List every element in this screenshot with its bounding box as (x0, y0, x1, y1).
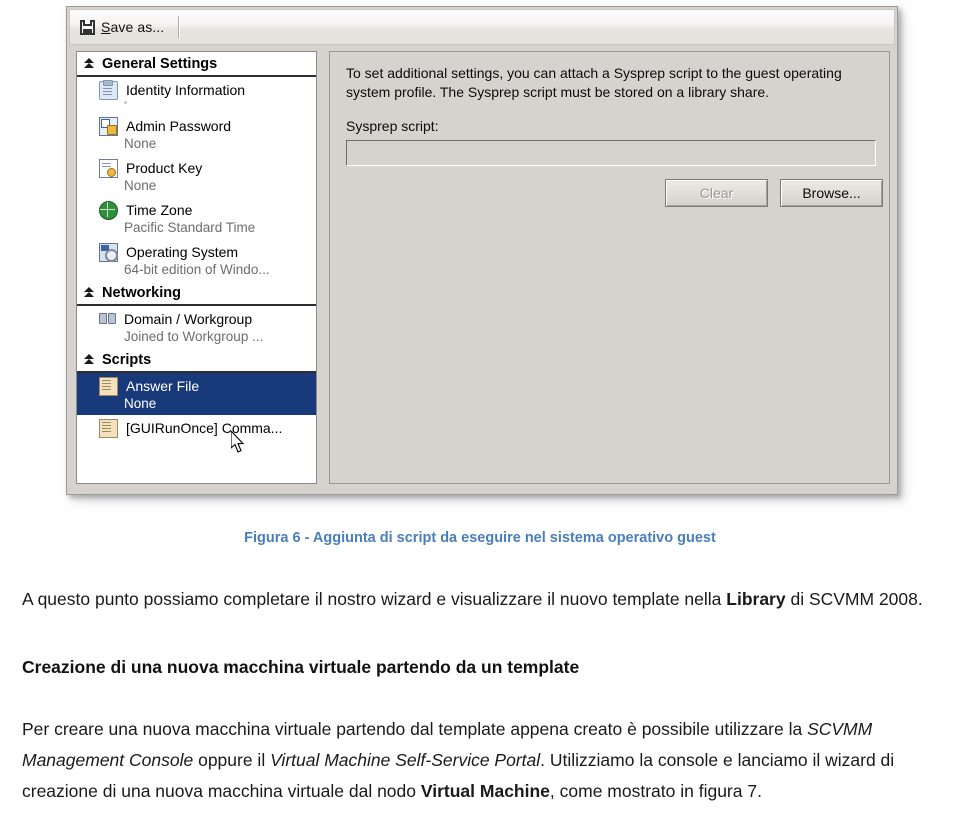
sysprep-script-label: Sysprep script: (346, 118, 439, 134)
admin-password-icon (99, 116, 118, 136)
pane-splitter[interactable] (319, 51, 327, 484)
nav-item-label: Domain / Workgroup (124, 311, 253, 327)
nav-item-answer-file[interactable]: Answer File None (77, 373, 316, 415)
save-as-rest: ave as... (110, 19, 165, 35)
nav-item-label: Time Zone (126, 202, 193, 218)
operating-system-icon (99, 242, 118, 262)
para-body-part4: , come mostrato in figura 7. (549, 780, 762, 801)
nav-item-main: Product Key (77, 158, 316, 178)
para-intro-bold-library: Library (726, 588, 786, 609)
nav-item-label: Product Key (126, 160, 203, 176)
nav-item-main: Time Zone (77, 200, 316, 220)
paragraph-intro: A questo punto possiamo completare il no… (22, 584, 938, 615)
nav-item-admin-password[interactable]: Admin Password None (77, 113, 316, 155)
para-body-part1: Per creare una nuova macchina virtuale p… (22, 718, 808, 739)
nav-item-sublabel: None (124, 136, 157, 151)
nav-item-operating-system[interactable]: Operating System 64-bit edition of Windo… (77, 239, 316, 281)
nav-item-time-zone[interactable]: Time Zone Pacific Standard Time (77, 197, 316, 239)
nav-item-sublabel: Pacific Standard Time (124, 220, 256, 235)
dialog-toolbar: Save as... (69, 9, 895, 45)
guest-os-profile-dialog: Save as... General Settings Identity Inf… (66, 6, 898, 495)
document-text-body: Figura 6 - Aggiunta di script da eseguir… (0, 516, 960, 821)
chevron-double-up-icon (83, 57, 96, 71)
nav-group-title: Scripts (102, 351, 152, 368)
chevron-double-up-icon (83, 286, 96, 300)
nav-item-main: Domain / Workgroup (77, 309, 316, 329)
para-body-part2: oppure il (193, 749, 271, 770)
nav-item-main: Operating System (77, 242, 316, 262)
nav-item-main: Identity Information (77, 79, 316, 100)
nav-item-sublabel: Joined to Workgroup ... (124, 329, 264, 344)
para-intro-part1: A questo punto possiamo completare il no… (22, 588, 727, 609)
save-as-label: Save as... (101, 19, 164, 35)
nav-item-identity-information[interactable]: Identity Information * (77, 77, 316, 113)
nav-item-label: Operating System (126, 244, 239, 260)
scroll-icon (99, 418, 118, 438)
nav-group-header-networking[interactable]: Networking (77, 281, 316, 306)
para-body-bold-virtual-machine: Virtual Machine (420, 780, 550, 801)
scroll-icon (99, 376, 118, 396)
para-intro-part2: di SCVMM 2008. (785, 588, 923, 609)
section-heading: Creazione di una nuova macchina virtuale… (22, 656, 580, 677)
product-key-icon (99, 158, 118, 178)
globe-icon (99, 200, 118, 220)
nav-item-label: Answer File (126, 378, 200, 394)
nav-item-label: Identity Information (126, 82, 246, 98)
nav-group-title: Networking (102, 284, 181, 301)
settings-navigation-pane[interactable]: General Settings Identity Information * … (76, 51, 317, 484)
nav-item-label: [GUIRunOnce] Comma... (126, 420, 283, 436)
clipboard-icon (99, 79, 118, 100)
sysprep-script-input[interactable] (346, 140, 876, 166)
nav-group-header-scripts[interactable]: Scripts (77, 348, 316, 373)
nav-item-main: Answer File (77, 376, 316, 396)
figure-screenshot: Save as... General Settings Identity Inf… (0, 0, 960, 516)
paragraph-body: Per creare una nuova macchina virtuale p… (22, 714, 938, 807)
nav-item-main: [GUIRunOnce] Comma... (77, 418, 316, 438)
figure-caption: Figura 6 - Aggiunta di script da eseguir… (244, 530, 716, 546)
nav-group-title: General Settings (102, 55, 218, 72)
detail-pane: To set additional settings, you can atta… (329, 51, 890, 484)
floppy-disk-icon (79, 19, 96, 36)
browse-button[interactable]: Browse... (780, 179, 883, 207)
nav-item-sublabel: None (124, 178, 157, 193)
domain-workgroup-icon (99, 311, 116, 328)
nav-item-sublabel: None (124, 396, 157, 411)
nav-item-main: Admin Password (77, 116, 316, 136)
nav-item-product-key[interactable]: Product Key None (77, 155, 316, 197)
detail-description-text: To set additional settings, you can atta… (346, 65, 842, 100)
nav-group-header-general-settings[interactable]: General Settings (77, 52, 316, 77)
nav-item-label: Admin Password (126, 118, 232, 134)
save-as-button[interactable]: Save as... (73, 12, 172, 42)
chevron-double-up-icon (83, 353, 96, 367)
toolbar-separator (178, 16, 181, 38)
clear-button[interactable]: Clear (665, 179, 768, 207)
nav-item-sublabel: 64-bit edition of Windo... (124, 262, 270, 277)
nav-item-sublabel: * (124, 100, 128, 109)
nav-item-guirunonce-command[interactable]: [GUIRunOnce] Comma... (77, 415, 316, 440)
para-body-italic-selfservice-portal: Virtual Machine Self-Service Portal (270, 749, 541, 770)
nav-item-domain-workgroup[interactable]: Domain / Workgroup Joined to Workgroup .… (77, 306, 316, 348)
